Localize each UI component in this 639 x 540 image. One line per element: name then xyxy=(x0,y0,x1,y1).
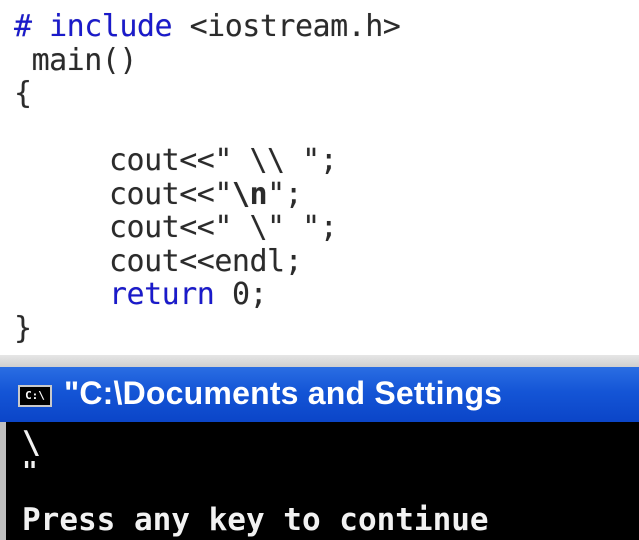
console-title-bar[interactable]: C:\ "C:\Documents and Settings xyxy=(0,367,639,422)
return-value: 0; xyxy=(231,277,268,312)
newline-escape: \n xyxy=(231,176,268,212)
cout-statement-2-suffix: "; xyxy=(267,176,303,212)
include-header: <iostream.h> xyxy=(189,9,401,44)
cout-statement-1: cout<<" \\ "; xyxy=(109,143,338,178)
code-line-cout4: cout<<endl; xyxy=(14,243,400,279)
command-prompt-icon-label: C:\ xyxy=(25,389,45,402)
return-keyword: return xyxy=(109,277,215,312)
main-signature: main() xyxy=(31,42,138,78)
code-line-close-brace: } xyxy=(14,310,400,346)
output-line-quote: " xyxy=(22,457,38,487)
code-line-open-brace: { xyxy=(14,77,400,111)
console-output: \ " Press any key to continue xyxy=(22,428,489,536)
cout-statement-2-prefix: cout<<" xyxy=(109,176,232,212)
close-brace: } xyxy=(14,310,32,346)
panel-divider xyxy=(0,355,639,367)
press-any-key-message: Press any key to continue xyxy=(22,502,489,538)
code-line-cout2: cout<<"\n"; xyxy=(14,176,400,212)
source-code: # include <iostream.h> main(){ cout<<" \… xyxy=(14,9,401,346)
code-line-cout3: cout<<" \" "; xyxy=(14,211,400,245)
output-line-backslash: \ xyxy=(22,425,41,461)
console-output-area[interactable]: \ " Press any key to continue xyxy=(0,422,639,540)
code-line-main: main() xyxy=(14,42,400,78)
code-editor[interactable]: # include <iostream.h> main(){ cout<<" \… xyxy=(0,0,639,355)
cout-statement-3: cout<<" \" "; xyxy=(109,210,338,245)
code-line-cout1: cout<<" \\ "; xyxy=(14,144,400,178)
include-directive: # include xyxy=(14,9,173,44)
code-line-return: return 0; xyxy=(14,278,400,312)
cout-statement-4: cout<<endl; xyxy=(109,243,303,279)
open-brace: { xyxy=(14,76,32,111)
console-window-title: "C:\Documents and Settings xyxy=(64,375,503,411)
command-prompt-icon[interactable]: C:\ xyxy=(18,385,52,407)
code-line-include: # include <iostream.h> xyxy=(14,9,401,44)
